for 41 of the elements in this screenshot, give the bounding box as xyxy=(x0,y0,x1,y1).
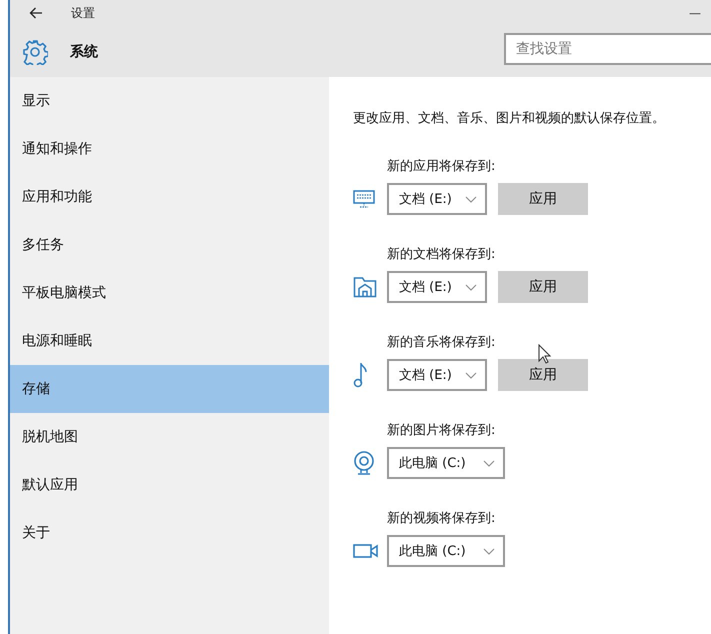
window-title: 设置 xyxy=(71,4,95,22)
apply-button[interactable]: 应用 xyxy=(498,271,588,303)
drive-dropdown[interactable]: 此电脑 (C:) xyxy=(387,535,505,567)
cursor-icon xyxy=(538,344,551,364)
sidebar-item[interactable]: 关于 xyxy=(10,509,329,557)
sidebar-item[interactable]: 应用和功能 xyxy=(10,173,329,221)
sidebar-item[interactable]: 存储 xyxy=(10,365,329,413)
settings-icon xyxy=(22,38,48,64)
apply-button[interactable]: 应用 xyxy=(498,183,588,215)
folder-icon xyxy=(353,276,377,298)
drive-dropdown[interactable]: 此电脑 (C:) xyxy=(387,447,505,479)
sidebar-item[interactable]: 电源和睡眠 xyxy=(10,317,329,365)
music-note-icon xyxy=(353,362,367,388)
back-icon[interactable] xyxy=(29,7,43,19)
sidebar-item[interactable]: 多任务 xyxy=(10,221,329,269)
location-label: 新的应用将保存到: xyxy=(387,158,496,176)
monitor-icon xyxy=(353,190,375,208)
chevron-icon xyxy=(483,548,495,554)
description-text: 更改应用、文档、音乐、图片和视频的默认保存位置。 xyxy=(353,110,666,127)
sidebar-item[interactable]: 脱机地图 xyxy=(10,413,329,461)
location-label: 新的视频将保存到: xyxy=(387,510,496,528)
drive-dropdown[interactable]: 文档 (E:) xyxy=(387,359,487,391)
location-label: 新的文档将保存到: xyxy=(387,246,496,264)
chevron-icon xyxy=(465,372,477,378)
sidebar-item[interactable]: 默认应用 xyxy=(10,461,329,509)
location-label: 新的图片将保存到: xyxy=(387,422,496,440)
section-title: 系统 xyxy=(70,42,98,60)
sidebar-item[interactable]: 平板电脑模式 xyxy=(10,269,329,317)
sidebar-item[interactable]: 显示 xyxy=(10,77,329,125)
chevron-icon xyxy=(483,460,495,466)
search-field[interactable]: 查找设置 xyxy=(504,32,711,64)
drive-dropdown[interactable]: 文档 (E:) xyxy=(387,183,487,215)
minimize-button[interactable]: — xyxy=(689,6,701,20)
chevron-icon xyxy=(465,284,477,290)
webcam-icon xyxy=(353,451,375,475)
apply-button[interactable]: 应用 xyxy=(498,359,588,391)
location-label: 新的音乐将保存到: xyxy=(387,334,496,352)
video-camera-icon xyxy=(353,544,379,558)
chevron-icon xyxy=(465,196,477,202)
drive-dropdown[interactable]: 文档 (E:) xyxy=(387,271,487,303)
sidebar-item[interactable]: 通知和操作 xyxy=(10,125,329,173)
